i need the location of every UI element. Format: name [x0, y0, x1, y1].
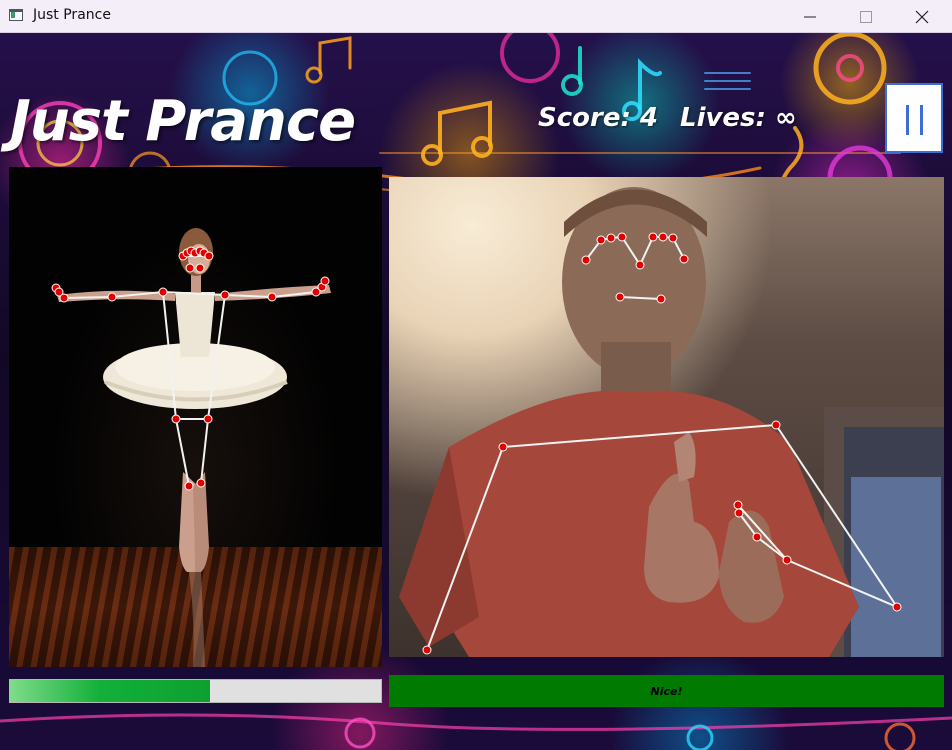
keypoint — [267, 292, 277, 302]
keypoint — [752, 532, 762, 542]
keypoint — [158, 287, 168, 297]
keypoint — [59, 293, 69, 303]
window-titlebar: Just Prance — [0, 0, 952, 33]
keypoint — [617, 232, 627, 242]
keypoint — [204, 251, 214, 261]
keypoint — [184, 481, 194, 491]
keypoint — [195, 263, 205, 273]
minimize-button[interactable] — [782, 0, 838, 33]
keypoint — [658, 232, 668, 242]
keypoint — [733, 500, 743, 510]
keypoint — [782, 555, 792, 565]
keypoint — [320, 276, 330, 286]
keypoint — [581, 255, 591, 265]
maximize-button[interactable] — [838, 0, 894, 33]
keypoint — [892, 602, 902, 612]
keypoint — [196, 478, 206, 488]
keypoint — [606, 233, 616, 243]
app-icon — [9, 9, 23, 21]
keypoint — [656, 294, 666, 304]
lives-label: Lives: ∞ — [680, 103, 797, 133]
feedback-banner: Nice! — [389, 675, 944, 707]
keypoint — [171, 414, 181, 424]
keypoint — [648, 232, 658, 242]
match-progress-bar — [9, 679, 382, 703]
keypoint — [498, 442, 508, 452]
close-icon — [915, 10, 929, 24]
keypoint — [668, 233, 678, 243]
keypoint — [734, 508, 744, 518]
player-skeleton-overlay — [422, 232, 902, 655]
camera-feed-panel — [389, 177, 944, 657]
reference-skeleton-overlay — [51, 246, 330, 491]
keypoint — [596, 235, 606, 245]
keypoint — [107, 292, 117, 302]
keypoint — [771, 420, 781, 430]
keypoint — [635, 260, 645, 270]
feedback-text: Nice! — [650, 684, 683, 698]
game-title: Just Prance — [10, 89, 356, 154]
score-label: Score: 4 — [538, 103, 658, 133]
close-button[interactable] — [894, 0, 950, 33]
keypoint — [185, 263, 195, 273]
keypoint — [220, 290, 230, 300]
keypoint — [422, 645, 432, 655]
minimize-icon — [804, 16, 816, 18]
match-progress-fill — [10, 680, 211, 702]
keypoint — [615, 292, 625, 302]
keypoint — [679, 254, 689, 264]
keypoint — [203, 414, 213, 424]
maximize-icon — [860, 11, 872, 23]
reference-pose-panel — [9, 167, 382, 667]
window-title: Just Prance — [33, 7, 111, 23]
pause-button[interactable] — [885, 83, 943, 153]
